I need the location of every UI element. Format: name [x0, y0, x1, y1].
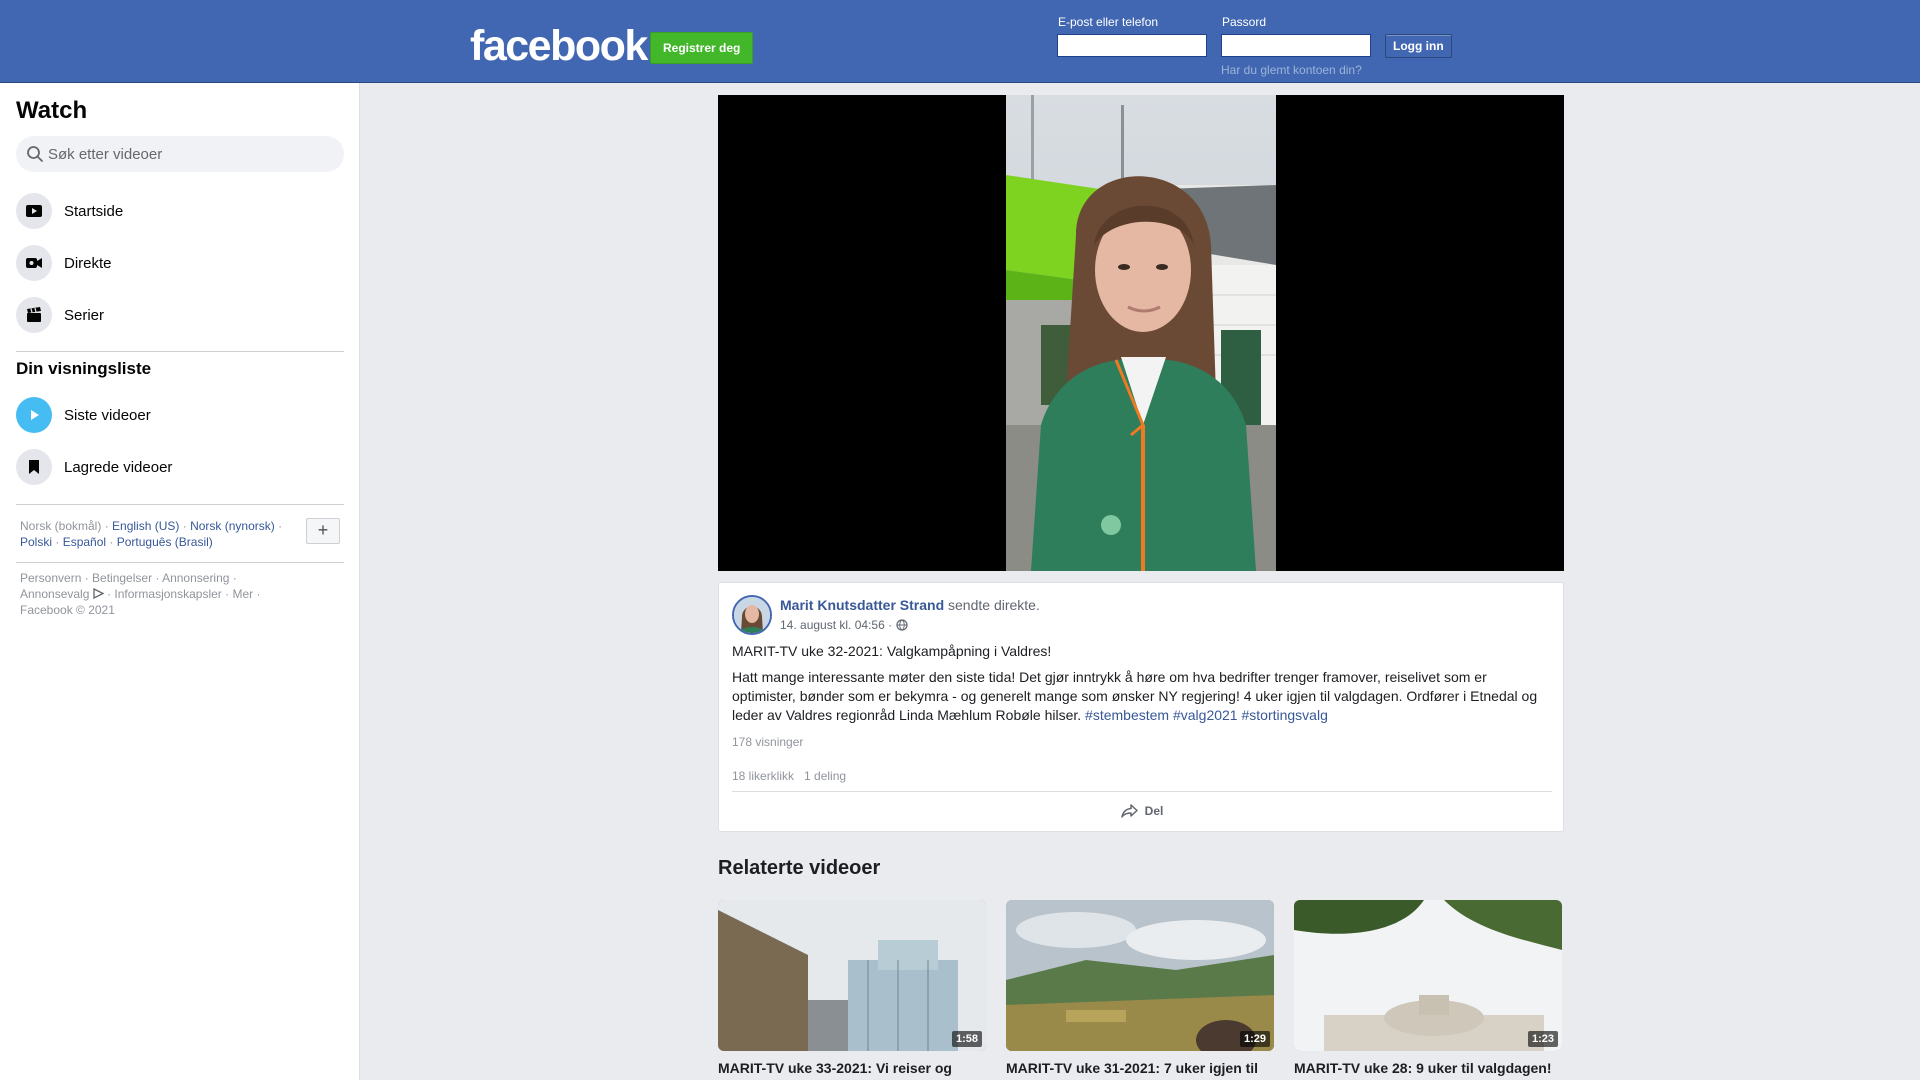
sidebar-item-startside[interactable]: Startside: [16, 189, 344, 233]
post-action-text: sendte direkte.: [948, 597, 1040, 613]
like-count[interactable]: 18 likerklikk: [732, 769, 794, 783]
related-video-title[interactable]: MARIT-TV uke 33-2021: Vi reiser og: [718, 1060, 986, 1076]
footer-line[interactable]: · Informasjonskapsler · Mer ·: [104, 587, 260, 601]
share-count[interactable]: 1 deling: [804, 769, 846, 783]
password-label: Passord: [1222, 15, 1267, 29]
reaction-summary: 18 likerklikk 1 deling: [732, 769, 846, 783]
thumbnail-image: [1294, 900, 1562, 1051]
hashtag-link[interactable]: #stembestem: [1085, 707, 1169, 723]
post-body: Hatt mange interessante møter den siste …: [732, 668, 1552, 725]
search-box[interactable]: [16, 136, 344, 172]
globe-icon: [896, 619, 908, 631]
forgot-account-link[interactable]: Har du glemt kontoen din?: [1221, 63, 1362, 77]
login-button[interactable]: Logg inn: [1385, 34, 1452, 58]
sidebar-item-serier[interactable]: Serier: [16, 293, 344, 337]
share-icon: [1120, 804, 1138, 818]
video-duration: 1:29: [1239, 1031, 1270, 1047]
video-player[interactable]: [718, 95, 1564, 571]
footer-line[interactable]: Personvern · Betingelser · Annonsering ·: [20, 571, 237, 585]
facebook-logo[interactable]: facebook: [470, 22, 648, 71]
language-list: Norsk (bokmål) · English (US) · Norsk (n…: [20, 519, 283, 549]
search-icon: [27, 146, 43, 162]
watch-sidebar: Watch Startside Direkte Serier Din visni…: [0, 83, 360, 1080]
current-language: Norsk (bokmål): [20, 519, 102, 533]
related-video-title[interactable]: MARIT-TV uke 28: 9 uker til valgdagen!: [1294, 1060, 1562, 1076]
email-field[interactable]: [1057, 34, 1207, 57]
card-divider: [732, 791, 1552, 792]
share-button[interactable]: Del: [719, 795, 1565, 827]
video-duration: 1:23: [1527, 1031, 1558, 1047]
sidebar-title: Watch: [16, 97, 88, 124]
language-link[interactable]: English (US): [112, 519, 179, 533]
video-duration: 1:58: [951, 1031, 982, 1047]
copyright: Facebook © 2021: [20, 603, 115, 617]
post-card: Marit Knutsdatter Strand sendte direkte.…: [718, 582, 1564, 832]
post-date[interactable]: 14. august kl. 04:56 ·: [780, 618, 892, 632]
adchoices-link[interactable]: Annonsevalg: [20, 587, 89, 601]
post-meta: 14. august kl. 04:56 ·: [780, 618, 908, 632]
email-label: E-post eller telefon: [1058, 15, 1159, 29]
sidebar-item-label: Lagrede videoer: [64, 458, 173, 476]
sidebar-divider: [16, 351, 344, 352]
video-still: [1006, 95, 1276, 571]
adchoices-icon: [93, 587, 105, 600]
watchlist-heading: Din visningsliste: [16, 359, 152, 378]
related-videos-heading: Relaterte videoer: [718, 857, 881, 879]
sidebar-item-siste-videoer[interactable]: Siste videoer: [16, 393, 344, 437]
view-count: 178 visninger: [732, 735, 804, 749]
sidebar-item-label: Serier: [64, 306, 105, 324]
sidebar-item-label: Startside: [64, 202, 124, 220]
thumbnail-image: [718, 900, 986, 1051]
top-bar: facebook Registrer deg E-post eller tele…: [0, 0, 1920, 83]
sidebar-divider: [16, 504, 344, 505]
hashtag-link[interactable]: #stortingsvalg: [1241, 707, 1327, 723]
password-field[interactable]: [1221, 34, 1371, 57]
sidebar-item-lagrede-videoer[interactable]: Lagrede videoer: [16, 445, 344, 489]
post-title: MARIT-TV uke 32-2021: Valgkampåpning i V…: [732, 643, 1052, 659]
more-languages-button[interactable]: +: [306, 518, 340, 544]
language-link[interactable]: Norsk (nynorsk): [190, 519, 275, 533]
footer-links: Personvern · Betingelser · Annonsering ·…: [20, 570, 310, 618]
sidebar-item-label: Siste videoer: [64, 406, 151, 424]
thumbnail-image: [1006, 900, 1274, 1051]
register-button[interactable]: Registrer deg: [650, 32, 754, 64]
sidebar-item-direkte[interactable]: Direkte: [16, 241, 344, 285]
language-link[interactable]: Español: [63, 535, 106, 549]
related-video-thumbnail[interactable]: 1:29: [1006, 900, 1274, 1051]
related-video-thumbnail[interactable]: 1:58: [718, 900, 986, 1051]
sidebar-item-label: Direkte: [64, 254, 112, 272]
play-screen-icon: [16, 193, 52, 229]
language-link[interactable]: Português (Brasil): [117, 535, 213, 549]
play-circle-icon: [16, 397, 52, 433]
hashtag-link[interactable]: #valg2021: [1173, 707, 1238, 723]
video-frame: [1006, 95, 1276, 571]
search-input[interactable]: [48, 136, 338, 172]
avatar[interactable]: [732, 595, 772, 635]
sidebar-divider: [16, 562, 344, 563]
author-name-link[interactable]: Marit Knutsdatter Strand: [780, 597, 944, 613]
related-video-thumbnail[interactable]: 1:23: [1294, 900, 1562, 1051]
live-camera-icon: [16, 245, 52, 281]
post-author-line: Marit Knutsdatter Strand sendte direkte.: [780, 597, 1040, 613]
language-link[interactable]: Polski: [20, 535, 52, 549]
share-label: Del: [1144, 804, 1164, 818]
related-video-title[interactable]: MARIT-TV uke 31-2021: 7 uker igjen til: [1006, 1060, 1274, 1076]
bookmark-icon: [16, 449, 52, 485]
clapperboard-icon: [16, 297, 52, 333]
